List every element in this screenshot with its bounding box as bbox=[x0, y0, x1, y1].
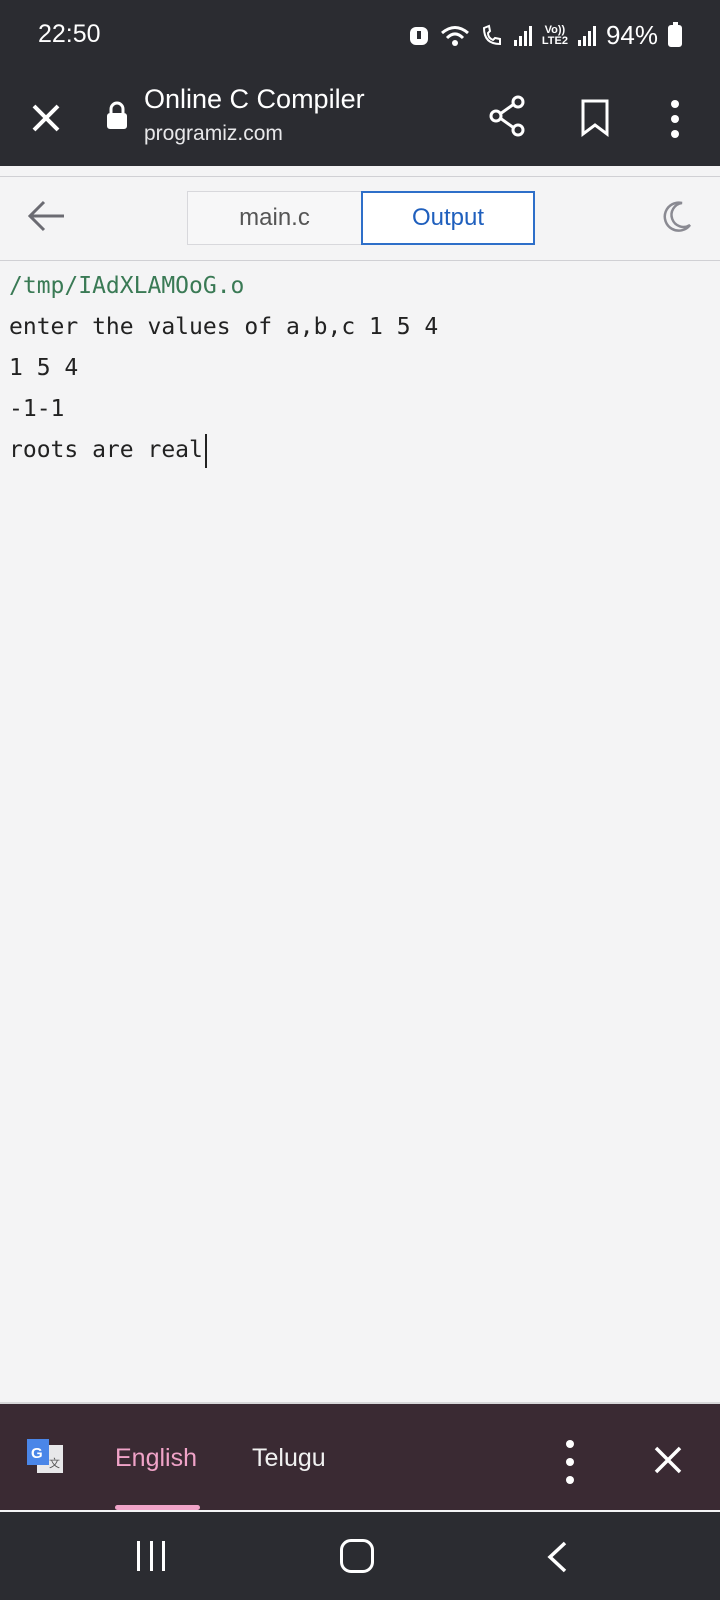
output-console[interactable]: /tmp/IAdXLAMOoG.o enter the values of a,… bbox=[9, 266, 709, 471]
close-icon[interactable] bbox=[26, 98, 66, 138]
svg-text:文: 文 bbox=[49, 1456, 60, 1470]
console-line: -1-1 bbox=[9, 396, 65, 422]
wifi-calling-icon bbox=[482, 24, 501, 45]
svg-text:G: G bbox=[31, 1445, 43, 1462]
more-vert-icon[interactable] bbox=[562, 1440, 578, 1484]
signal-icon-2 bbox=[577, 25, 596, 46]
alarm-icon bbox=[409, 26, 428, 45]
console-line-last: roots are real bbox=[9, 430, 709, 471]
status-bar: 22:50 Vo)) LTE2 94% bbox=[0, 0, 720, 74]
site-url[interactable]: programiz.com bbox=[144, 122, 283, 146]
battery-icon bbox=[668, 21, 682, 47]
language-telugu[interactable]: Telugu bbox=[252, 1444, 326, 1473]
back-arrow-icon[interactable] bbox=[24, 196, 68, 236]
tab-output[interactable]: Output bbox=[361, 191, 535, 245]
editor-tabs: main.c Output bbox=[187, 191, 535, 245]
selected-language-indicator bbox=[115, 1505, 200, 1510]
google-translate-icon: G文 bbox=[27, 1439, 63, 1473]
text-cursor bbox=[204, 433, 207, 468]
dark-mode-icon[interactable] bbox=[658, 199, 694, 235]
language-english[interactable]: English bbox=[115, 1444, 197, 1473]
bookmark-icon[interactable] bbox=[580, 98, 610, 138]
battery-percent: 94% bbox=[605, 20, 658, 50]
home-icon[interactable] bbox=[340, 1539, 374, 1573]
divider bbox=[0, 260, 720, 261]
divider bbox=[0, 176, 720, 177]
browser-toolbar: Online C Compiler programiz.com bbox=[0, 74, 720, 166]
translate-bar bbox=[0, 1404, 720, 1510]
page-title[interactable]: Online C Compiler bbox=[144, 84, 365, 115]
volte-icon: Vo)) LTE2 bbox=[541, 23, 568, 47]
back-icon[interactable] bbox=[545, 1540, 569, 1574]
more-vert-icon[interactable] bbox=[660, 96, 690, 142]
share-icon[interactable] bbox=[488, 94, 528, 138]
console-line: 1 5 4 bbox=[9, 355, 79, 381]
console-line: /tmp/IAdXLAMOoG.o bbox=[9, 273, 245, 299]
signal-icon bbox=[513, 25, 532, 46]
console-text: roots are real bbox=[9, 437, 203, 463]
status-icons: Vo)) LTE2 94% bbox=[408, 20, 682, 51]
wifi-icon bbox=[440, 25, 469, 46]
lock-icon[interactable] bbox=[106, 100, 128, 130]
recents-icon[interactable] bbox=[137, 1541, 165, 1571]
close-icon[interactable] bbox=[650, 1442, 686, 1478]
console-line: enter the values of a,b,c 1 5 4 bbox=[9, 314, 439, 340]
status-time: 22:50 bbox=[38, 20, 101, 48]
tab-main-c[interactable]: main.c bbox=[187, 191, 361, 245]
